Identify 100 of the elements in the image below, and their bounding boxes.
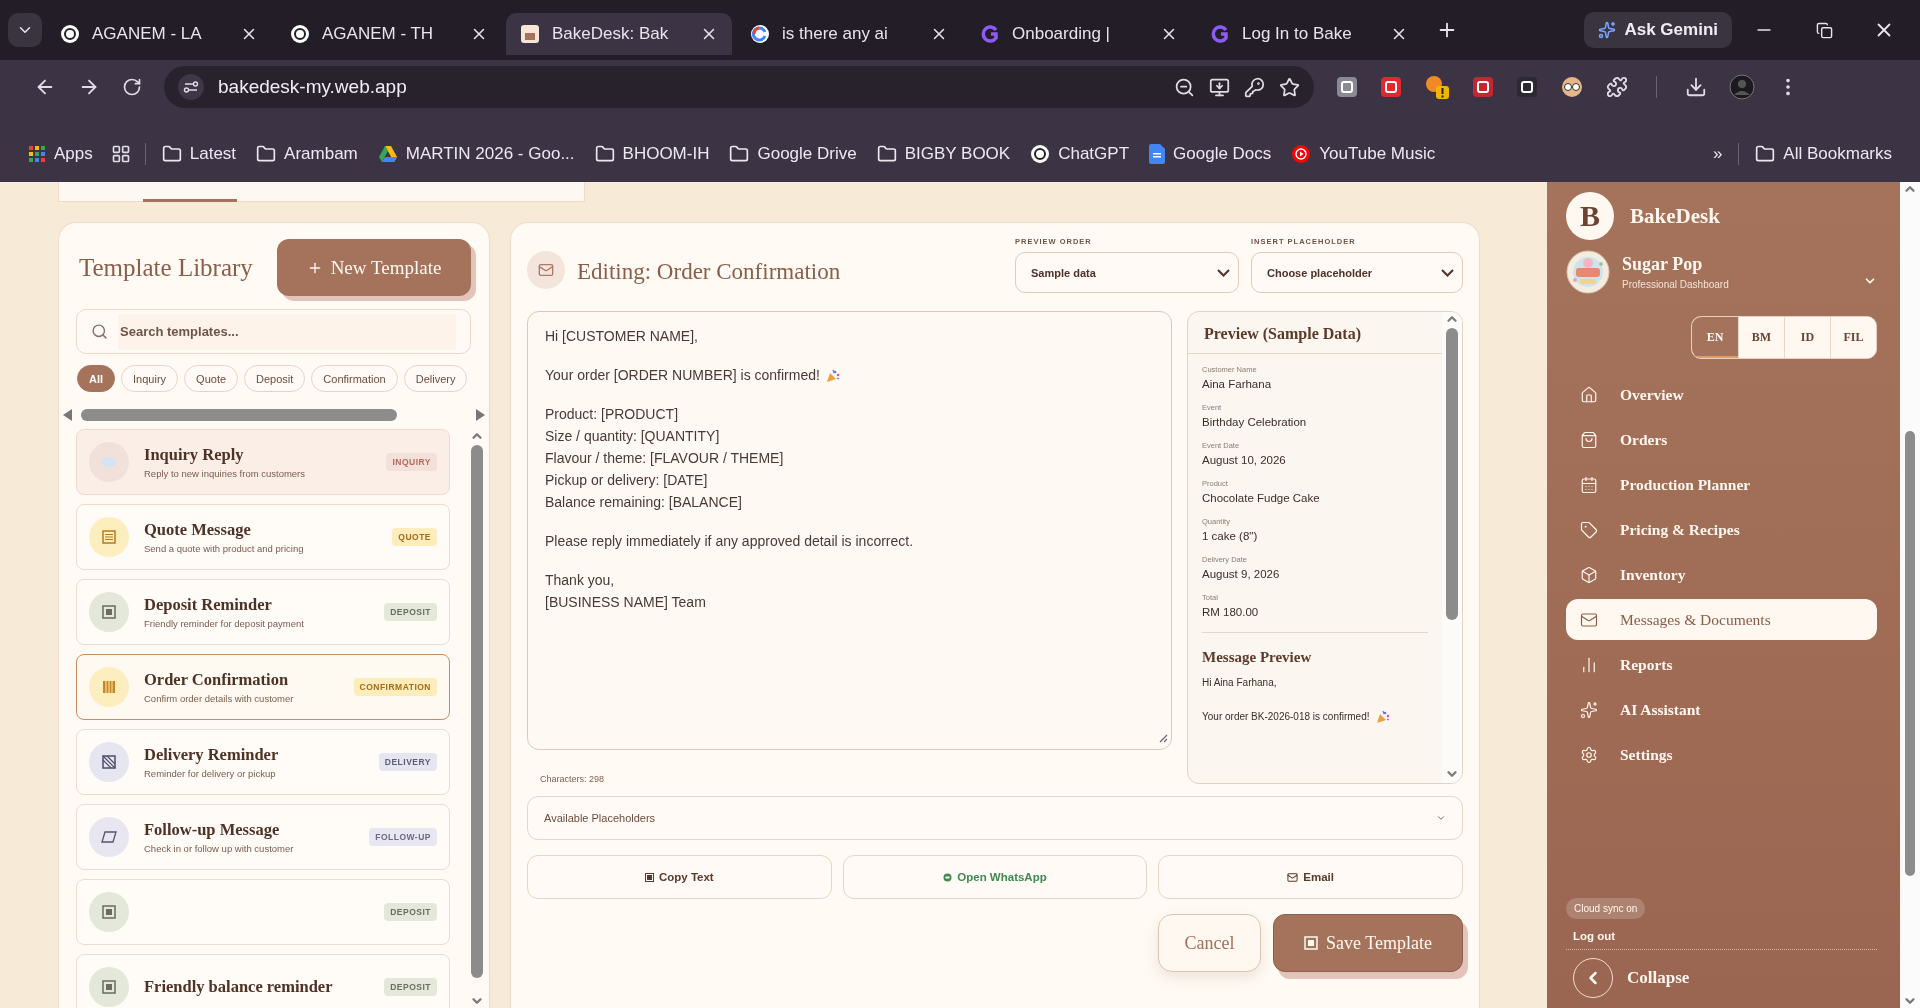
filter-chip[interactable]: Confirmation (311, 365, 398, 392)
category-tag: CONFIRMATION (353, 678, 437, 696)
browser-tab[interactable]: Onboarding | (966, 13, 1192, 55)
placeholder-select[interactable]: Choose placeholder (1251, 252, 1463, 293)
template-title: Deposit Reminder (144, 595, 273, 615)
bookmark[interactable]: ChatGPT (1020, 144, 1140, 165)
template-card[interactable]: Quote Message Send a quote with product and pricing QUOTE (76, 504, 450, 570)
filter-chip[interactable]: Quote (184, 365, 239, 392)
browser-tab[interactable]: Log In to Bake (1196, 13, 1422, 55)
save-icon (1304, 936, 1319, 950)
tab-search-button[interactable] (8, 13, 42, 47)
shopping-bag-icon (1580, 430, 1598, 449)
address-bar[interactable]: bakedesk-my.web.app (164, 66, 1314, 109)
extension-icon[interactable] (1516, 76, 1538, 99)
star-icon[interactable] (1279, 76, 1300, 98)
message-line: Your order BK-2026-018 is confirmed! (1202, 710, 1370, 724)
placeholders-accordion[interactable]: Available Placeholders (527, 796, 1463, 840)
tab-groups-icon[interactable] (110, 144, 131, 165)
bookmark[interactable]: Google Docs (1139, 144, 1282, 165)
bookmark[interactable]: Apps (18, 144, 103, 165)
square-icon (102, 980, 116, 994)
template-card[interactable]: Order Confirmation Confirm order details with customer CONFIRMATION (76, 654, 450, 720)
nav-item[interactable]: Reports (1566, 644, 1877, 685)
extension-icon[interactable] (1336, 76, 1358, 99)
bookmark[interactable]: All Bookmarks (1745, 144, 1902, 165)
document-icon (1149, 144, 1166, 165)
template-card[interactable]: Delivery Reminder Reminder for delivery or pickup DELIVERY (76, 729, 450, 795)
filter-chip[interactable]: Deposit (244, 365, 306, 392)
browser-tab[interactable]: BakeDesk: Bak (506, 13, 732, 55)
filter-chip[interactable]: Inquiry (121, 365, 179, 392)
action-button[interactable]: Email (1158, 855, 1463, 899)
template-card[interactable]: Deposit Reminder Friendly reminder for deposit payment DEPOSIT (76, 579, 450, 645)
key-icon[interactable] (1244, 76, 1265, 98)
party-popper-icon (825, 368, 840, 383)
resize-grip-icon[interactable] (1158, 733, 1168, 743)
extensions-icon[interactable] (1606, 76, 1628, 99)
site-info-icon[interactable] (178, 74, 204, 101)
field-value: Aina Farhana (1202, 378, 1273, 390)
browser-tab[interactable]: is there any ai (736, 13, 962, 55)
more-bookmarks-button[interactable]: » (1702, 144, 1733, 165)
nav-item[interactable]: Overview (1566, 374, 1877, 415)
language-button[interactable]: FIL (1830, 317, 1876, 358)
gemini-button[interactable]: Ask Gemini (1584, 12, 1732, 48)
bookmark[interactable]: YouTube Music (1281, 144, 1446, 165)
square-icon (644, 872, 654, 882)
zoom-out-icon[interactable] (1174, 76, 1195, 98)
hatched-square-icon (102, 755, 116, 769)
sparkles-icon (1580, 700, 1598, 719)
browser-tab[interactable]: AGANEM - TH (276, 13, 502, 55)
nav-item[interactable]: Settings (1566, 734, 1877, 775)
cancel-button[interactable]: Cancel (1158, 914, 1261, 972)
bookmark[interactable]: MARTIN 2026 - Goo... (367, 144, 585, 165)
bookmark[interactable]: Latest (151, 144, 247, 165)
message-text-area[interactable]: Hi [CUSTOMER NAME], Your order [ORDER NUMBER] is confirmed! Product: [PRODUCT] Size / quantity: [QUANTITY] Flavour / theme: [FLAVOUR / THEME] Pickup or delivery: [DATE] Balance remaining: [BALANCE] Please reply immediately if any approved detail is incorrect. Thank you, [BUSINESS NAME] Team (527, 311, 1172, 750)
bookmark[interactable]: Google Drive (719, 144, 867, 165)
nav-item[interactable]: Pricing & Recipes (1566, 509, 1877, 550)
square-icon (102, 605, 116, 619)
template-title: Order Confirmation (144, 670, 290, 690)
template-card[interactable]: DEPOSIT (76, 879, 450, 945)
cake-icon (520, 24, 540, 44)
category-tag: DEPOSIT (384, 978, 437, 996)
filter-chip[interactable]: All (77, 365, 116, 392)
collapse-button[interactable]: Collapse (1566, 949, 1877, 1004)
extension-icon[interactable] (1472, 76, 1494, 99)
nav-item[interactable]: AI Assistant (1566, 689, 1877, 730)
preview-order-select[interactable]: Sample data (1015, 252, 1239, 293)
brand-name: BakeDesk (1630, 203, 1720, 229)
filter-chip[interactable]: Delivery (403, 365, 468, 392)
bookmark[interactable]: BHOOM-IH (584, 144, 720, 165)
logout-link[interactable]: Log out (1573, 930, 1877, 942)
scroll-left-icon[interactable] (63, 409, 73, 421)
logo: B (1566, 192, 1614, 240)
extension-icon[interactable] (1380, 76, 1402, 99)
action-button[interactable]: Copy Text (527, 855, 832, 899)
reload-icon[interactable] (122, 77, 142, 98)
browser-tab[interactable]: AGANEM - LA (46, 13, 272, 55)
page-scrollbar[interactable] (1900, 182, 1920, 1008)
restore-icon[interactable] (1815, 21, 1833, 39)
search-field[interactable]: Search templates... (76, 309, 471, 354)
template-description: Friendly reminder for deposit payment (144, 618, 305, 629)
vertical-scrollbar[interactable] (1442, 312, 1462, 783)
install-icon[interactable] (1209, 76, 1230, 98)
business-subtitle: Professional Dashboard (1622, 279, 1730, 290)
warning-extension-icon[interactable] (1424, 74, 1450, 101)
language-button[interactable]: EN (1692, 317, 1738, 358)
bookmark[interactable]: Arambam (246, 144, 368, 165)
nav-item[interactable]: Inventory (1566, 554, 1877, 595)
glasses-icon[interactable] (1560, 76, 1584, 99)
template-card[interactable]: Friendly balance reminder DEPOSIT (76, 954, 450, 1008)
template-card[interactable]: Inquiry Reply Reply to new inquiries from customers INQUIRY (76, 429, 450, 495)
bookmark[interactable]: BIGBY BOOK (866, 144, 1021, 165)
download-icon[interactable] (1685, 76, 1707, 99)
nav-item[interactable]: Orders (1566, 419, 1877, 460)
business-name: Sugar Pop (1622, 254, 1704, 275)
scroll-right-icon[interactable] (475, 409, 485, 421)
template-card[interactable]: Follow-up Message Check in or follow up with customer FOLLOW-UP (76, 804, 450, 870)
profile-avatar-icon[interactable] (1729, 74, 1755, 101)
nav-item[interactable]: Messages & Documents (1566, 599, 1877, 640)
nav-item[interactable]: Production Planner (1566, 464, 1877, 505)
action-button[interactable]: Open WhatsApp (842, 855, 1148, 899)
